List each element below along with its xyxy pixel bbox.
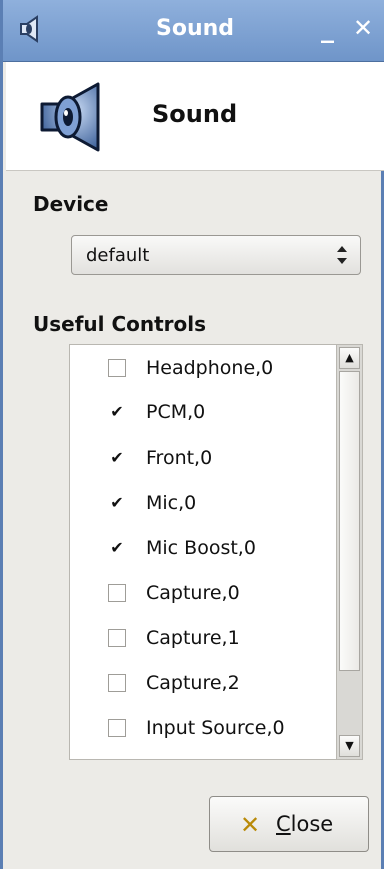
checkbox[interactable] xyxy=(108,359,126,377)
list-item-label: PCM,0 xyxy=(146,401,206,423)
list-item-label: Front,0 xyxy=(146,447,213,469)
scroll-down-button[interactable]: ▼ xyxy=(339,735,360,757)
list-item-label: Capture,0 xyxy=(146,582,240,604)
close-button[interactable]: ✕ Close xyxy=(209,796,369,852)
sound-window: Sound _ ✕ Sound Device default Useful Co… xyxy=(0,0,384,869)
list-item-label: Mic,0 xyxy=(146,492,197,514)
close-label-rest: lose xyxy=(290,812,334,836)
close-window-button[interactable]: ✕ xyxy=(353,14,373,42)
list-item-label: Input Source,0 xyxy=(146,717,285,739)
checkbox[interactable]: ✔ xyxy=(108,403,126,421)
speaker-icon xyxy=(40,82,100,152)
controls-list[interactable]: Headphone,0 ✔ PCM,0 ✔ Front,0 ✔ Mic,0 ✔ … xyxy=(69,344,363,760)
list-item[interactable]: ✔ Front,0 xyxy=(70,437,336,481)
close-icon: ✕ xyxy=(240,811,261,839)
list-item-label: Mic Boost,0 xyxy=(146,537,256,559)
device-select-value: default xyxy=(86,245,150,266)
list-item[interactable]: Headphone,0 xyxy=(70,347,336,391)
close-mnemonic: C xyxy=(276,812,291,836)
up-down-arrows-icon xyxy=(337,246,347,264)
useful-controls-label: Useful Controls xyxy=(33,312,207,336)
close-button-label: Close xyxy=(276,812,333,836)
list-item[interactable]: ✔ PCM,0 xyxy=(70,391,336,435)
device-label: Device xyxy=(33,192,109,216)
list-item[interactable]: Capture,1 xyxy=(70,617,336,661)
list-item[interactable]: Input Source,0 xyxy=(70,707,336,751)
list-item-label: Capture,1 xyxy=(146,627,240,649)
list-item-partial[interactable] xyxy=(70,752,336,759)
header-banner: Sound xyxy=(6,62,384,171)
checkbox[interactable]: ✔ xyxy=(108,449,126,467)
checkbox[interactable]: ✔ xyxy=(108,539,126,557)
title-bar[interactable]: Sound _ ✕ xyxy=(3,0,384,62)
checkbox[interactable] xyxy=(108,629,126,647)
list-item-label: Headphone,0 xyxy=(146,357,274,379)
vertical-scrollbar[interactable]: ▲ ▼ xyxy=(336,345,362,759)
list-item[interactable]: ✔ Mic,0 xyxy=(70,482,336,526)
checkbox[interactable]: ✔ xyxy=(108,494,126,512)
list-item[interactable]: Capture,0 xyxy=(70,572,336,616)
header-title: Sound xyxy=(152,100,238,128)
checkbox[interactable] xyxy=(108,584,126,602)
list-item-label: Capture,2 xyxy=(146,672,240,694)
scroll-up-button[interactable]: ▲ xyxy=(339,347,360,369)
list-item[interactable]: ✔ Mic Boost,0 xyxy=(70,527,336,571)
minimize-button[interactable]: _ xyxy=(321,14,334,44)
scrollbar-thumb[interactable] xyxy=(339,371,360,671)
list-item[interactable]: Capture,2 xyxy=(70,662,336,706)
checkbox[interactable] xyxy=(108,674,126,692)
device-select[interactable]: default xyxy=(71,235,361,275)
checkbox[interactable] xyxy=(108,719,126,737)
